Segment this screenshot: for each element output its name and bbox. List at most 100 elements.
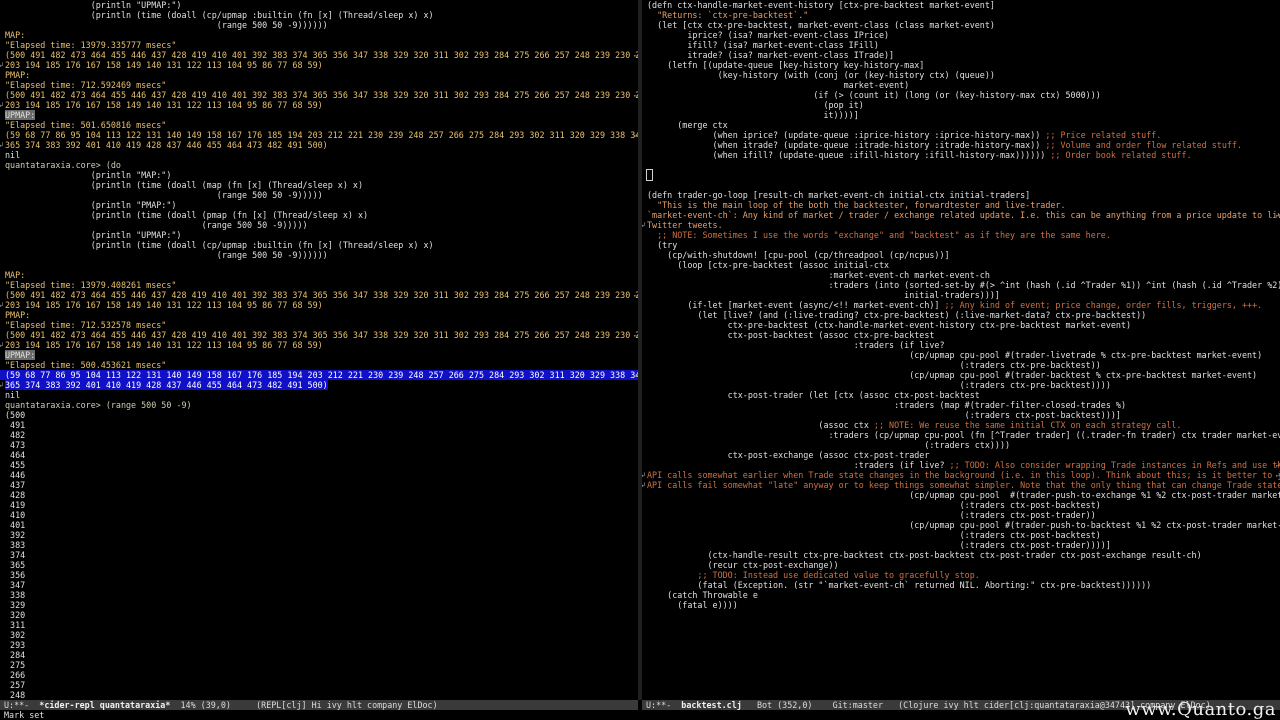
editor-line[interactable]: ifill? (isa? market-event-class IFill) — [642, 40, 1280, 50]
editor-line[interactable]: (catch Throwable e — [642, 590, 1280, 600]
repl-line[interactable]: 428 — [0, 490, 638, 500]
repl-line[interactable]: 491 — [0, 420, 638, 430]
repl-line[interactable]: 410 — [0, 510, 638, 520]
repl-line[interactable]: 203 194 185 176 167 158 149 140 131 122 … — [0, 60, 638, 70]
repl-line[interactable]: (59 68 77 86 95 104 113 122 131 140 149 … — [0, 130, 638, 140]
repl-line[interactable]: 383 — [0, 540, 638, 550]
editor-line[interactable]: (:traders ctx-post-trader))))] — [642, 540, 1280, 550]
editor-line[interactable]: ctx-post-backtest (assoc ctx-pre-backtes… — [642, 330, 1280, 340]
repl-line[interactable]: (500 491 482 473 464 455 446 437 428 419… — [0, 290, 638, 300]
editor-line[interactable]: ctx-post-exchange (assoc ctx-post-trader — [642, 450, 1280, 460]
repl-line[interactable]: 392 — [0, 530, 638, 540]
editor-line[interactable]: (:traders ctx-post-trader)) — [642, 510, 1280, 520]
editor-line[interactable]: :traders (into (sorted-set-by #(> ^int (… — [642, 280, 1280, 290]
editor-line[interactable]: (when itrade? (update-queue :itrade-hist… — [642, 140, 1280, 150]
editor-line[interactable]: initial-traders)))] — [642, 290, 1280, 300]
repl-line[interactable]: 419 — [0, 500, 638, 510]
repl-line[interactable]: (println "UPMAP:") — [0, 0, 638, 10]
editor-pane[interactable]: (defn ctx-handle-market-event-history [c… — [642, 0, 1280, 700]
repl-line[interactable]: (println "PMAP:") — [0, 200, 638, 210]
editor-line[interactable]: ;; NOTE: Sometimes I use the words "exch… — [642, 230, 1280, 240]
repl-line[interactable]: (range 500 50 -9)))))) — [0, 250, 638, 260]
repl-line[interactable]: (println "UPMAP:") — [0, 230, 638, 240]
repl-line[interactable]: (println "MAP:") — [0, 170, 638, 180]
editor-line[interactable]: (cp/upmap cpu-pool #(trader-livetrade % … — [642, 350, 1280, 360]
repl-line[interactable]: "Elapsed time: 712.532578 msecs" — [0, 320, 638, 330]
repl-line[interactable]: 302 — [0, 630, 638, 640]
editor-line[interactable]: (fatal (Exception. (str "`market-event-c… — [642, 580, 1280, 590]
editor-buffer-name[interactable]: backtest.clj — [681, 700, 742, 710]
repl-line[interactable]: 329 — [0, 600, 638, 610]
repl-line[interactable]: PMAP: — [0, 70, 638, 80]
editor-line[interactable]: (cp/upmap cpu-pool #(trader-push-to-exch… — [642, 490, 1280, 500]
repl-line[interactable]: nil — [0, 390, 638, 400]
editor-line[interactable]: (:traders ctx-pre-backtest)))) — [642, 380, 1280, 390]
editor-line[interactable] — [642, 169, 1280, 181]
editor-line[interactable]: (assoc ctx ;; NOTE: We reuse the same in… — [642, 420, 1280, 430]
editor-line[interactable]: (defn trader-go-loop [result-ch market-e… — [642, 190, 1280, 200]
repl-line[interactable]: 203 194 185 176 167 158 149 140 131 122 … — [0, 340, 638, 350]
repl-line[interactable]: "Elapsed time: 500.453621 msecs" — [0, 360, 638, 370]
repl-line[interactable]: 455 — [0, 460, 638, 470]
repl-line[interactable]: 356 — [0, 570, 638, 580]
repl-line[interactable]: 365 — [0, 560, 638, 570]
repl-line[interactable]: (println (time (doall (pmap (fn [x] (Thr… — [0, 210, 638, 220]
editor-line[interactable]: API calls fail somewhat "late" anyway or… — [642, 480, 1280, 490]
editor-line[interactable]: (:traders ctx-post-backtest) — [642, 530, 1280, 540]
repl-line[interactable]: 275 — [0, 660, 638, 670]
repl-line[interactable]: (range 500 50 -9)))))) — [0, 20, 638, 30]
editor-line[interactable]: ;; TODO: Instead use dedicated value to … — [642, 570, 1280, 580]
editor-line[interactable]: :traders (map #(trader-filter-closed-tra… — [642, 400, 1280, 410]
repl-line[interactable]: quantataraxia.core> (do — [0, 160, 638, 170]
minibuffer[interactable]: Mark set — [0, 710, 1280, 720]
repl-line[interactable]: 401 — [0, 520, 638, 530]
repl-line[interactable]: 365 374 383 392 401 410 419 428 437 446 … — [0, 380, 638, 390]
repl-line[interactable]: (500 491 482 473 464 455 446 437 428 419… — [0, 90, 638, 100]
editor-line[interactable] — [642, 180, 1280, 190]
editor-line[interactable]: (if-let [market-event (async/<!! market-… — [642, 300, 1280, 310]
editor-line[interactable]: (:traders ctx-pre-backtest)) — [642, 360, 1280, 370]
repl-line[interactable]: 257 — [0, 680, 638, 690]
editor-line[interactable]: (if (> (count it) (long (or (key-history… — [642, 90, 1280, 100]
repl-line[interactable]: 446 — [0, 470, 638, 480]
editor-line[interactable]: market-event) — [642, 80, 1280, 90]
repl-line[interactable]: (500 — [0, 410, 638, 420]
editor-line[interactable]: (let [live? (and (:live-trading? ctx-pre… — [642, 310, 1280, 320]
editor-line[interactable]: (cp/upmap cpu-pool #(trader-push-to-back… — [642, 520, 1280, 530]
repl-line[interactable]: (500 491 482 473 464 455 446 437 428 419… — [0, 330, 638, 340]
editor-line[interactable]: (defn ctx-handle-market-event-history [c… — [642, 0, 1280, 10]
repl-line[interactable]: 311 — [0, 620, 638, 630]
editor-line[interactable]: iprice? (isa? market-event-class IPrice) — [642, 30, 1280, 40]
repl-line[interactable]: (println (time (doall (cp/upmap :builtin… — [0, 10, 638, 20]
repl-line[interactable]: 347 — [0, 580, 638, 590]
repl-line[interactable]: "Elapsed time: 501.650816 msecs" — [0, 120, 638, 130]
repl-line[interactable]: 248 — [0, 690, 638, 700]
repl-line[interactable]: (println (time (doall (cp/upmap :builtin… — [0, 240, 638, 250]
editor-line[interactable] — [642, 160, 1280, 170]
editor-line[interactable]: (fatal e)))) — [642, 600, 1280, 610]
editor-line[interactable]: "This is the main loop of the both the b… — [642, 200, 1280, 210]
editor-line[interactable]: (merge ctx — [642, 120, 1280, 130]
editor-line[interactable]: (recur ctx-post-exchange)) — [642, 560, 1280, 570]
repl-line[interactable]: 293 — [0, 640, 638, 650]
repl-line[interactable]: nil — [0, 150, 638, 160]
repl-line[interactable]: 437 — [0, 480, 638, 490]
editor-line[interactable]: (key-history (with (conj (or (key-histor… — [642, 70, 1280, 80]
editor-line[interactable]: (:traders ctx-post-backtest)))] — [642, 410, 1280, 420]
repl-pane[interactable]: (println "UPMAP:") (println (time (doall… — [0, 0, 638, 700]
repl-line[interactable]: (59 68 77 86 95 104 113 122 131 140 149 … — [0, 370, 638, 380]
repl-line[interactable]: 482 — [0, 430, 638, 440]
repl-line[interactable]: (println (time (doall (map (fn [x] (Thre… — [0, 180, 638, 190]
repl-line[interactable]: 365 374 383 392 401 410 419 428 437 446 … — [0, 140, 638, 150]
repl-line[interactable]: (range 500 50 -9))))) — [0, 190, 638, 200]
editor-line[interactable]: ctx-post-trader (let [ctx (assoc ctx-pos… — [642, 390, 1280, 400]
editor-line[interactable]: (when ifill? (update-queue :ifill-histor… — [642, 150, 1280, 160]
editor-line[interactable]: (letfn [(update-queue [key-history key-h… — [642, 60, 1280, 70]
editor-line[interactable]: :traders (if live? ;; TODO: Also conside… — [642, 460, 1280, 470]
repl-line[interactable]: MAP: — [0, 270, 638, 280]
editor-line[interactable]: :traders (if live? — [642, 340, 1280, 350]
editor-line[interactable]: "Returns: `ctx-pre-backtest`." — [642, 10, 1280, 20]
editor-line[interactable]: ctx-pre-backtest (ctx-handle-market-even… — [642, 320, 1280, 330]
repl-line[interactable]: UPMAP: — [0, 110, 638, 120]
repl-line[interactable]: quantataraxia.core> (range 500 50 -9) — [0, 400, 638, 410]
